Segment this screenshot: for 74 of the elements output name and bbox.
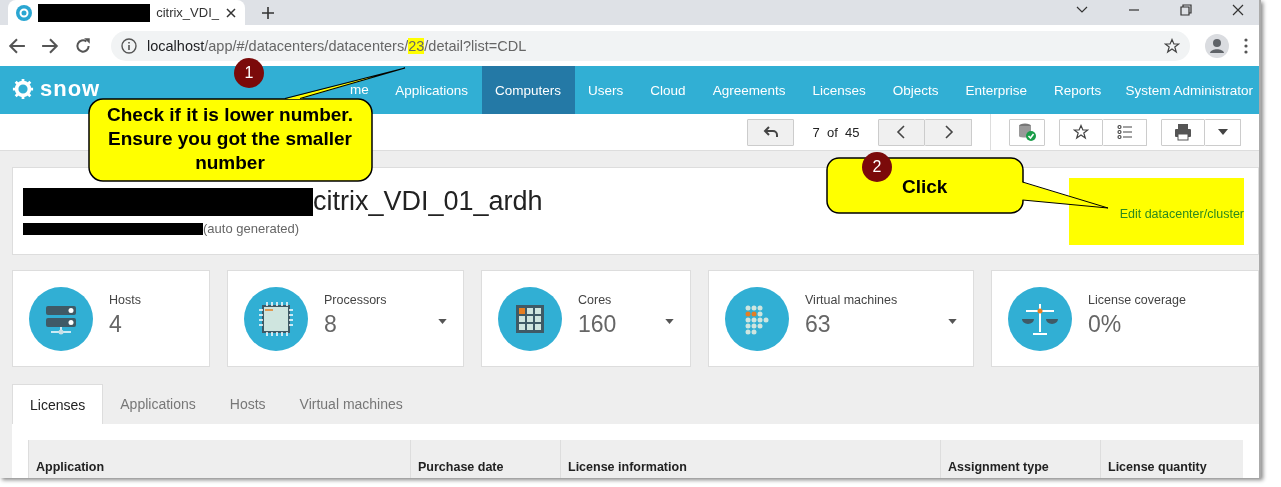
print-button[interactable] bbox=[1161, 118, 1205, 146]
list-icon bbox=[1116, 124, 1133, 140]
favorite-button[interactable] bbox=[1059, 118, 1103, 146]
callout-text: Check if it is lower number. Ensure you got the smaller number bbox=[106, 103, 354, 175]
nav-item[interactable]: Reports bbox=[1040, 66, 1115, 114]
subtitle: (auto generated) bbox=[203, 221, 300, 236]
tab[interactable]: Virtual machines bbox=[282, 384, 420, 424]
next-button[interactable] bbox=[925, 118, 972, 146]
caret-icon[interactable] bbox=[438, 319, 447, 324]
chip-icon bbox=[244, 286, 308, 351]
list-button[interactable] bbox=[1103, 118, 1147, 146]
column-header[interactable]: Assignment type bbox=[940, 440, 1100, 478]
restore-icon[interactable] bbox=[1179, 2, 1193, 17]
menu-icon[interactable] bbox=[1244, 37, 1248, 54]
nav-item[interactable]: Applications bbox=[381, 66, 482, 114]
column-header[interactable]: Purchase date bbox=[410, 440, 560, 478]
logo-text: snow bbox=[40, 76, 101, 102]
reply-arrow-icon bbox=[762, 124, 779, 140]
caret-icon bbox=[1217, 129, 1228, 135]
stat-label: License coverage bbox=[1088, 293, 1186, 307]
previous-button[interactable] bbox=[878, 118, 925, 146]
back-arrow-icon[interactable] bbox=[8, 36, 26, 55]
column-header[interactable]: License information bbox=[560, 440, 940, 478]
tab-title: citrix_VDI_ bbox=[156, 5, 219, 20]
reload-icon[interactable] bbox=[74, 36, 92, 55]
browser-tab[interactable]: citrix_VDI_ bbox=[8, 0, 245, 25]
close-icon[interactable] bbox=[1231, 2, 1245, 17]
nav-item[interactable]: Agreements bbox=[699, 66, 799, 114]
nav-item[interactable]: Objects bbox=[879, 66, 952, 114]
stat-label: Hosts bbox=[109, 293, 141, 307]
forward-arrow-icon[interactable] bbox=[41, 36, 59, 55]
printer-icon bbox=[1173, 122, 1193, 142]
dropdown-button[interactable] bbox=[1205, 118, 1241, 146]
step-number-badge: 2 bbox=[862, 152, 892, 182]
column-header[interactable]: Application bbox=[28, 440, 410, 478]
database-button[interactable] bbox=[1009, 118, 1045, 146]
edit-link[interactable]: Edit datacenter/cluster bbox=[1119, 207, 1244, 221]
nav-item[interactable]: Cloud bbox=[636, 66, 700, 114]
user-menu[interactable]: System Administrator bbox=[1125, 82, 1253, 98]
tab[interactable]: Applications bbox=[103, 384, 213, 424]
new-tab-icon[interactable] bbox=[261, 6, 275, 20]
stat-label: Processors bbox=[324, 293, 387, 307]
scales-icon bbox=[1008, 286, 1072, 351]
tab[interactable]: Hosts bbox=[212, 384, 283, 424]
avatar-icon[interactable] bbox=[1205, 33, 1229, 58]
star-icon bbox=[1073, 124, 1089, 140]
caret-icon[interactable] bbox=[948, 319, 957, 324]
back-button[interactable] bbox=[747, 118, 794, 146]
nav-item[interactable]: me bbox=[350, 83, 382, 97]
nav-item[interactable]: Computers bbox=[481, 66, 575, 114]
star-icon[interactable] bbox=[1164, 37, 1180, 54]
cores-chip-icon bbox=[498, 286, 562, 351]
info-icon bbox=[121, 37, 137, 54]
tab[interactable]: Licenses bbox=[12, 384, 104, 424]
server-icon bbox=[29, 286, 93, 351]
caret-icon[interactable] bbox=[665, 319, 674, 324]
nav-item[interactable]: Enterprise bbox=[952, 66, 1041, 114]
callout-text: Click bbox=[902, 176, 948, 198]
nav-item[interactable]: Licenses bbox=[798, 66, 880, 114]
stat-value: 63 bbox=[805, 311, 832, 338]
logo[interactable]: snow bbox=[12, 76, 101, 102]
close-icon[interactable] bbox=[225, 6, 237, 19]
column-header[interactable]: License quantity bbox=[1100, 440, 1242, 478]
stat-value: 8 bbox=[324, 311, 338, 338]
database-check-icon bbox=[1017, 122, 1037, 142]
stat-label: Cores bbox=[578, 293, 613, 307]
stat-value: 0% bbox=[1088, 311, 1123, 338]
dot-grid-icon bbox=[725, 286, 789, 351]
nav-item[interactable]: Users bbox=[574, 66, 637, 114]
page-title: citrix_VDI_01_ardh bbox=[313, 186, 543, 217]
page-counter: 7 of 45 bbox=[811, 124, 861, 140]
stat-value: 4 bbox=[109, 311, 123, 338]
stat-value: 160 bbox=[578, 311, 617, 338]
stat-label: Virtual machines bbox=[805, 293, 898, 307]
